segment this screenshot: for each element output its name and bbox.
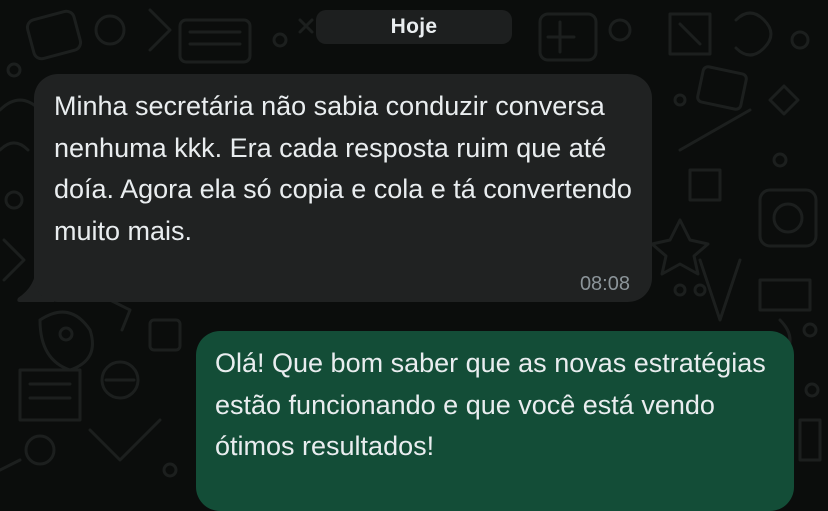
- outgoing-message-bubble[interactable]: Olá! Que bom saber que as novas estratég…: [196, 331, 794, 511]
- incoming-message-text: Minha secretária não sabia conduzir conv…: [54, 91, 632, 246]
- incoming-message-bubble[interactable]: Minha secretária não sabia conduzir conv…: [34, 74, 652, 302]
- message-timestamp: 08:08: [579, 273, 630, 295]
- date-separator-label: Hoje: [390, 15, 438, 38]
- outgoing-message-text: Olá! Que bom saber que as novas estratég…: [215, 348, 766, 461]
- date-separator: Hoje: [316, 10, 512, 44]
